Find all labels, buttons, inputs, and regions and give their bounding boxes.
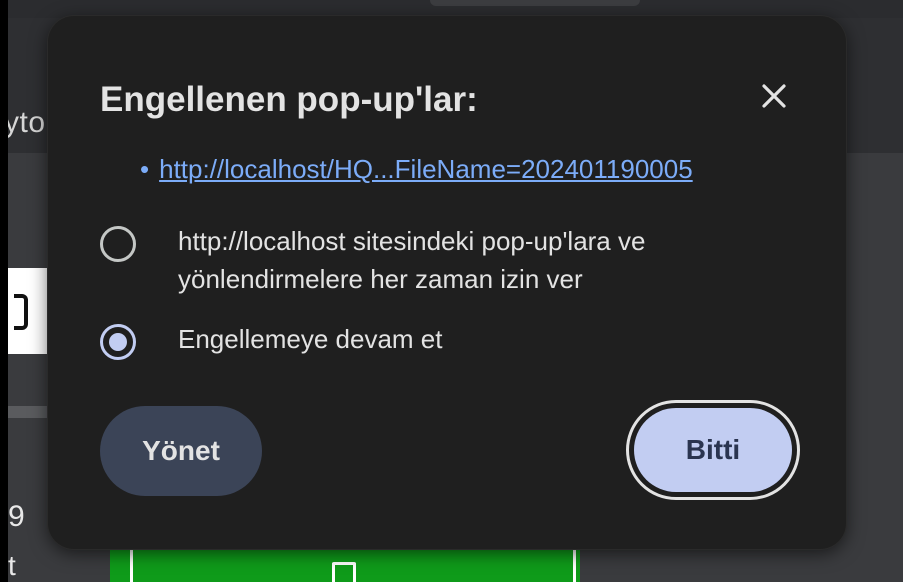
page-side-letter: t	[8, 550, 16, 581]
done-button[interactable]: Bitti	[626, 400, 800, 500]
page-side-number: 9	[8, 500, 25, 533]
option-always-allow[interactable]: http://localhost sitesindeki pop-up'lara…	[100, 222, 645, 298]
address-bar-edge[interactable]	[430, 0, 640, 6]
page-divider	[8, 406, 50, 418]
radio-unchecked-icon[interactable]	[100, 226, 136, 262]
green-action-bar[interactable]	[110, 548, 580, 582]
done-button-label: Bitti	[634, 408, 792, 492]
close-button[interactable]	[754, 76, 794, 116]
option-always-allow-label: http://localhost sitesindeki pop-up'lara…	[178, 222, 645, 298]
document-icon	[332, 562, 356, 582]
panel-glyph	[14, 294, 28, 330]
radio-checked-icon[interactable]	[100, 324, 136, 360]
page-white-panel	[8, 268, 50, 354]
option-label-line-2: yönlendirmelere her zaman izin ver	[178, 264, 583, 294]
option-label-line-1: http://localhost sitesindeki pop-up'lara…	[178, 226, 646, 256]
browser-window: yto 9 t Engellenen pop-up'lar: • http://…	[0, 0, 903, 582]
blocked-popups-dialog: Engellenen pop-up'lar: • http://localhos…	[48, 16, 846, 549]
blocked-popup-item: • http://localhost/HQ...FileName=2024011…	[140, 154, 693, 185]
option-label-line-1: Engellemeye devam et	[178, 324, 443, 354]
window-edge	[0, 0, 8, 582]
option-keep-blocking[interactable]: Engellemeye devam et	[100, 320, 442, 360]
close-icon	[762, 84, 786, 108]
dialog-title: Engellenen pop-up'lar:	[100, 80, 478, 119]
bar-left-edge	[130, 548, 133, 582]
page-header-text: yto	[4, 106, 46, 139]
blocked-popup-link[interactable]: http://localhost/HQ...FileName=202401190…	[159, 154, 693, 185]
option-keep-blocking-label: Engellemeye devam et	[178, 320, 442, 358]
list-bullet: •	[140, 154, 150, 184]
bar-right-edge	[573, 548, 576, 582]
manage-button[interactable]: Yönet	[100, 406, 262, 496]
